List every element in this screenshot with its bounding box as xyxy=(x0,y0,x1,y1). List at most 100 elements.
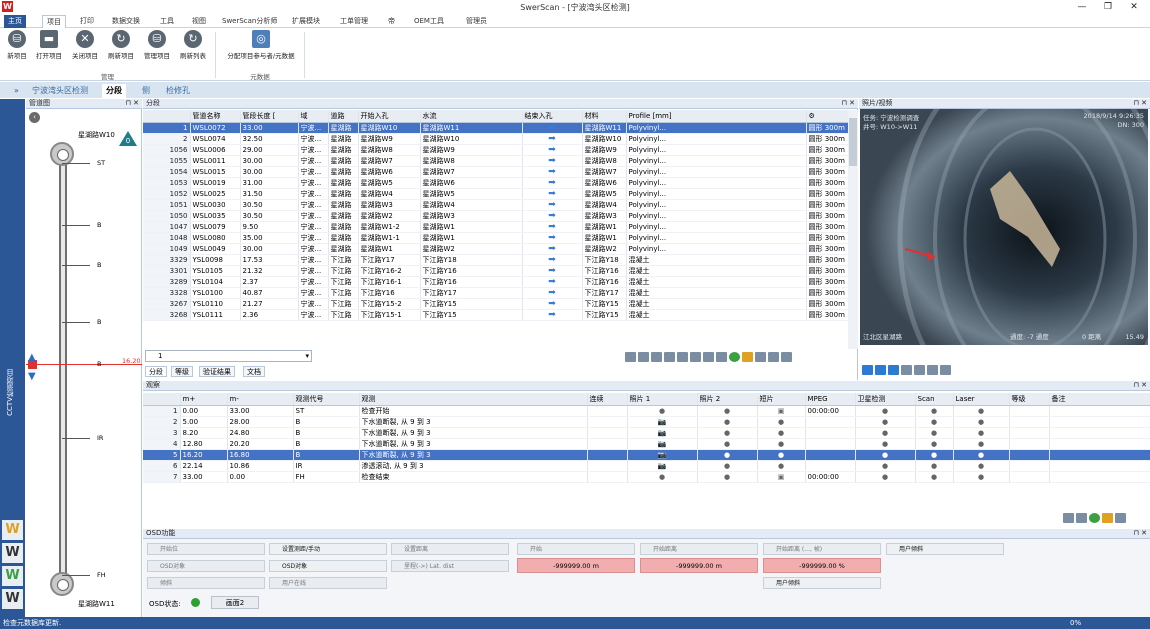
column-header[interactable]: 照片 2 xyxy=(697,393,758,406)
delete-icon[interactable] xyxy=(781,352,792,362)
table-cell[interactable]: 圆形 300m xyxy=(806,276,848,288)
table-cell[interactable]: 星湖路 xyxy=(328,155,359,167)
table-cell[interactable] xyxy=(1049,438,1150,450)
table-cell[interactable]: 圆形 300m xyxy=(806,221,848,233)
module-logo-icon[interactable]: W xyxy=(2,520,23,540)
table-cell[interactable]: 35.00 xyxy=(240,232,299,244)
table-row[interactable]: 1047 WSL0079 9.50 宁波... 星湖路 星湖路W1-2 星湖路W1 ➡ 星湖路W… xyxy=(143,221,848,233)
table-cell[interactable]: ● xyxy=(953,405,1010,417)
table-cell[interactable]: 下江路Y15 xyxy=(420,298,523,310)
table-row[interactable]: 1051 WSL0030 30.50 宁波... 星湖路 星湖路W3 星湖路W4 ➡ 星湖路W4… xyxy=(143,199,848,211)
table-cell[interactable]: Polyvinyl... xyxy=(626,188,807,200)
table-cell[interactable]: ➡ xyxy=(522,276,583,288)
column-header[interactable]: 水流 xyxy=(420,110,523,123)
table-cell[interactable]: 下水道断裂, 从 9 到 3 xyxy=(359,438,588,450)
table-cell[interactable]: ➡ xyxy=(522,166,583,178)
table-cell[interactable]: WSL0079 xyxy=(190,221,241,233)
table-cell[interactable]: 下江路Y16 xyxy=(582,276,627,288)
table-cell[interactable]: ➡ xyxy=(522,287,583,299)
table-cell[interactable]: 17.53 xyxy=(240,254,299,266)
table-cell[interactable]: ● xyxy=(627,471,698,483)
table-cell[interactable]: 20.20 xyxy=(227,438,294,450)
table-cell[interactable]: Polyvinyl... xyxy=(626,199,807,211)
table-cell[interactable]: 星湖路W11 xyxy=(582,122,627,134)
table-cell[interactable]: 24.80 xyxy=(227,427,294,439)
vertical-scrollbar[interactable] xyxy=(848,110,858,349)
table-cell[interactable]: 下江路 xyxy=(328,276,359,288)
table-cell[interactable]: 星湖路W1 xyxy=(582,232,627,244)
table-cell[interactable] xyxy=(1049,460,1150,472)
table-cell[interactable]: ● xyxy=(697,427,758,439)
table-cell[interactable]: ● xyxy=(855,438,916,450)
table-cell[interactable]: 宁波... xyxy=(298,177,329,189)
table-cell[interactable]: 星湖路W8 xyxy=(582,155,627,167)
table-cell[interactable]: 下江路Y18 xyxy=(582,254,627,266)
table-cell[interactable]: 1055 xyxy=(143,155,191,167)
table-cell[interactable]: 下江路Y17 xyxy=(582,287,627,299)
table-cell[interactable] xyxy=(587,416,628,428)
osd-begin-button[interactable]: 开始 xyxy=(517,543,635,555)
tab-documents[interactable]: 文档 xyxy=(243,366,265,377)
table-cell[interactable] xyxy=(587,405,628,417)
osd-begin-distance-button[interactable]: 开始距离 xyxy=(640,543,758,555)
report-icon[interactable] xyxy=(703,352,714,362)
down-arrow-icon[interactable]: ▼ xyxy=(28,371,36,382)
table-cell[interactable]: 圆形 300m xyxy=(806,298,848,310)
table-cell[interactable] xyxy=(1009,449,1050,461)
table-cell[interactable]: 星湖路W2 xyxy=(420,243,523,255)
table-cell[interactable]: WSL0072 xyxy=(190,122,241,134)
table-cell[interactable]: 宁波... xyxy=(298,309,329,321)
table-cell[interactable]: 16.20 xyxy=(180,449,228,461)
table-cell[interactable]: ● xyxy=(953,460,1010,472)
table-cell[interactable]: 1051 xyxy=(143,199,191,211)
maximize-icon[interactable]: ❐ xyxy=(1098,1,1118,13)
table-cell[interactable]: 22.14 xyxy=(180,460,228,472)
table-row[interactable]: 7 33.00 0.00 FH 检查结束 ● ● ▣ 00:00:00 ● ● ● xyxy=(143,471,1150,483)
chart-icon[interactable] xyxy=(1076,513,1087,523)
table-cell[interactable]: 6 xyxy=(143,460,181,472)
table-cell[interactable]: 星湖路W3 xyxy=(582,210,627,222)
table-cell[interactable]: YSL0104 xyxy=(190,276,241,288)
manage-project-button[interactable]: ⛁ 管理项目 xyxy=(140,30,174,62)
table-cell[interactable]: Polyvinyl... xyxy=(626,122,807,134)
table-cell[interactable] xyxy=(805,460,856,472)
table-cell[interactable]: 31.50 xyxy=(240,188,299,200)
table-row[interactable]: 1048 WSL0080 35.00 宁波... 星湖路 星湖路W1-1 星湖路W1 ➡ 星湖路… xyxy=(143,232,848,244)
table-cell[interactable]: ● xyxy=(627,405,698,417)
table-cell[interactable]: 圆形 300m xyxy=(806,243,848,255)
table-cell[interactable]: ● xyxy=(757,438,806,450)
pin-icon[interactable]: ⊓ ✕ xyxy=(1133,99,1147,108)
table-cell[interactable]: ➡ xyxy=(522,133,583,145)
column-header[interactable]: 道路 xyxy=(328,110,359,123)
table-cell[interactable]: 下江路Y16-2 xyxy=(358,265,421,277)
table-cell[interactable]: ▣ xyxy=(757,471,806,483)
table-cell[interactable]: 星湖路W1 xyxy=(358,243,421,255)
table-cell[interactable] xyxy=(1009,416,1050,428)
table-cell[interactable]: 29.00 xyxy=(240,144,299,156)
table-cell[interactable]: 宁波... xyxy=(298,298,329,310)
table-cell[interactable]: 1052 xyxy=(143,188,191,200)
next-frame-icon[interactable] xyxy=(888,365,899,375)
table-cell[interactable]: ● xyxy=(757,449,806,461)
table-cell[interactable]: 3289 xyxy=(143,276,191,288)
osd-lateral-button[interactable]: 里程(->) Lat. dist xyxy=(391,560,509,572)
edit-icon[interactable] xyxy=(1102,513,1113,523)
table-row[interactable]: 1056 WSL0006 29.00 宁波... 星湖路 星湖路W8 星湖路W9 ➡ 星湖路W9… xyxy=(143,144,848,156)
osd-user-tilt-button[interactable]: 用户倾斜 xyxy=(886,543,1004,555)
menu-oem[interactable]: OEM工具 xyxy=(410,15,448,28)
table-cell[interactable]: 0.00 xyxy=(227,471,294,483)
table-cell[interactable]: YSL0110 xyxy=(190,298,241,310)
table-cell[interactable]: ➡ xyxy=(522,177,583,189)
table-cell[interactable]: WSL0049 xyxy=(190,243,241,255)
table-cell[interactable]: 星湖路W1-2 xyxy=(358,221,421,233)
table-cell[interactable]: 星湖路 xyxy=(328,122,359,134)
table-cell[interactable]: 📷 xyxy=(627,416,698,428)
module-logo-icon[interactable]: W xyxy=(2,566,23,586)
table-cell[interactable]: 宁波... xyxy=(298,210,329,222)
table-cell[interactable]: 📷 xyxy=(627,427,698,439)
table-cell[interactable]: 下江路Y16 xyxy=(420,265,523,277)
column-chooser-icon[interactable]: ⚙ xyxy=(806,110,848,123)
table-cell[interactable]: ➡ xyxy=(522,265,583,277)
table-row[interactable]: 4 12.80 20.20 B 下水道断裂, 从 9 到 3 📷 ● ● ● ● ● xyxy=(143,438,1150,450)
refresh-project-button[interactable]: ↻ 刷新项目 xyxy=(104,30,138,62)
